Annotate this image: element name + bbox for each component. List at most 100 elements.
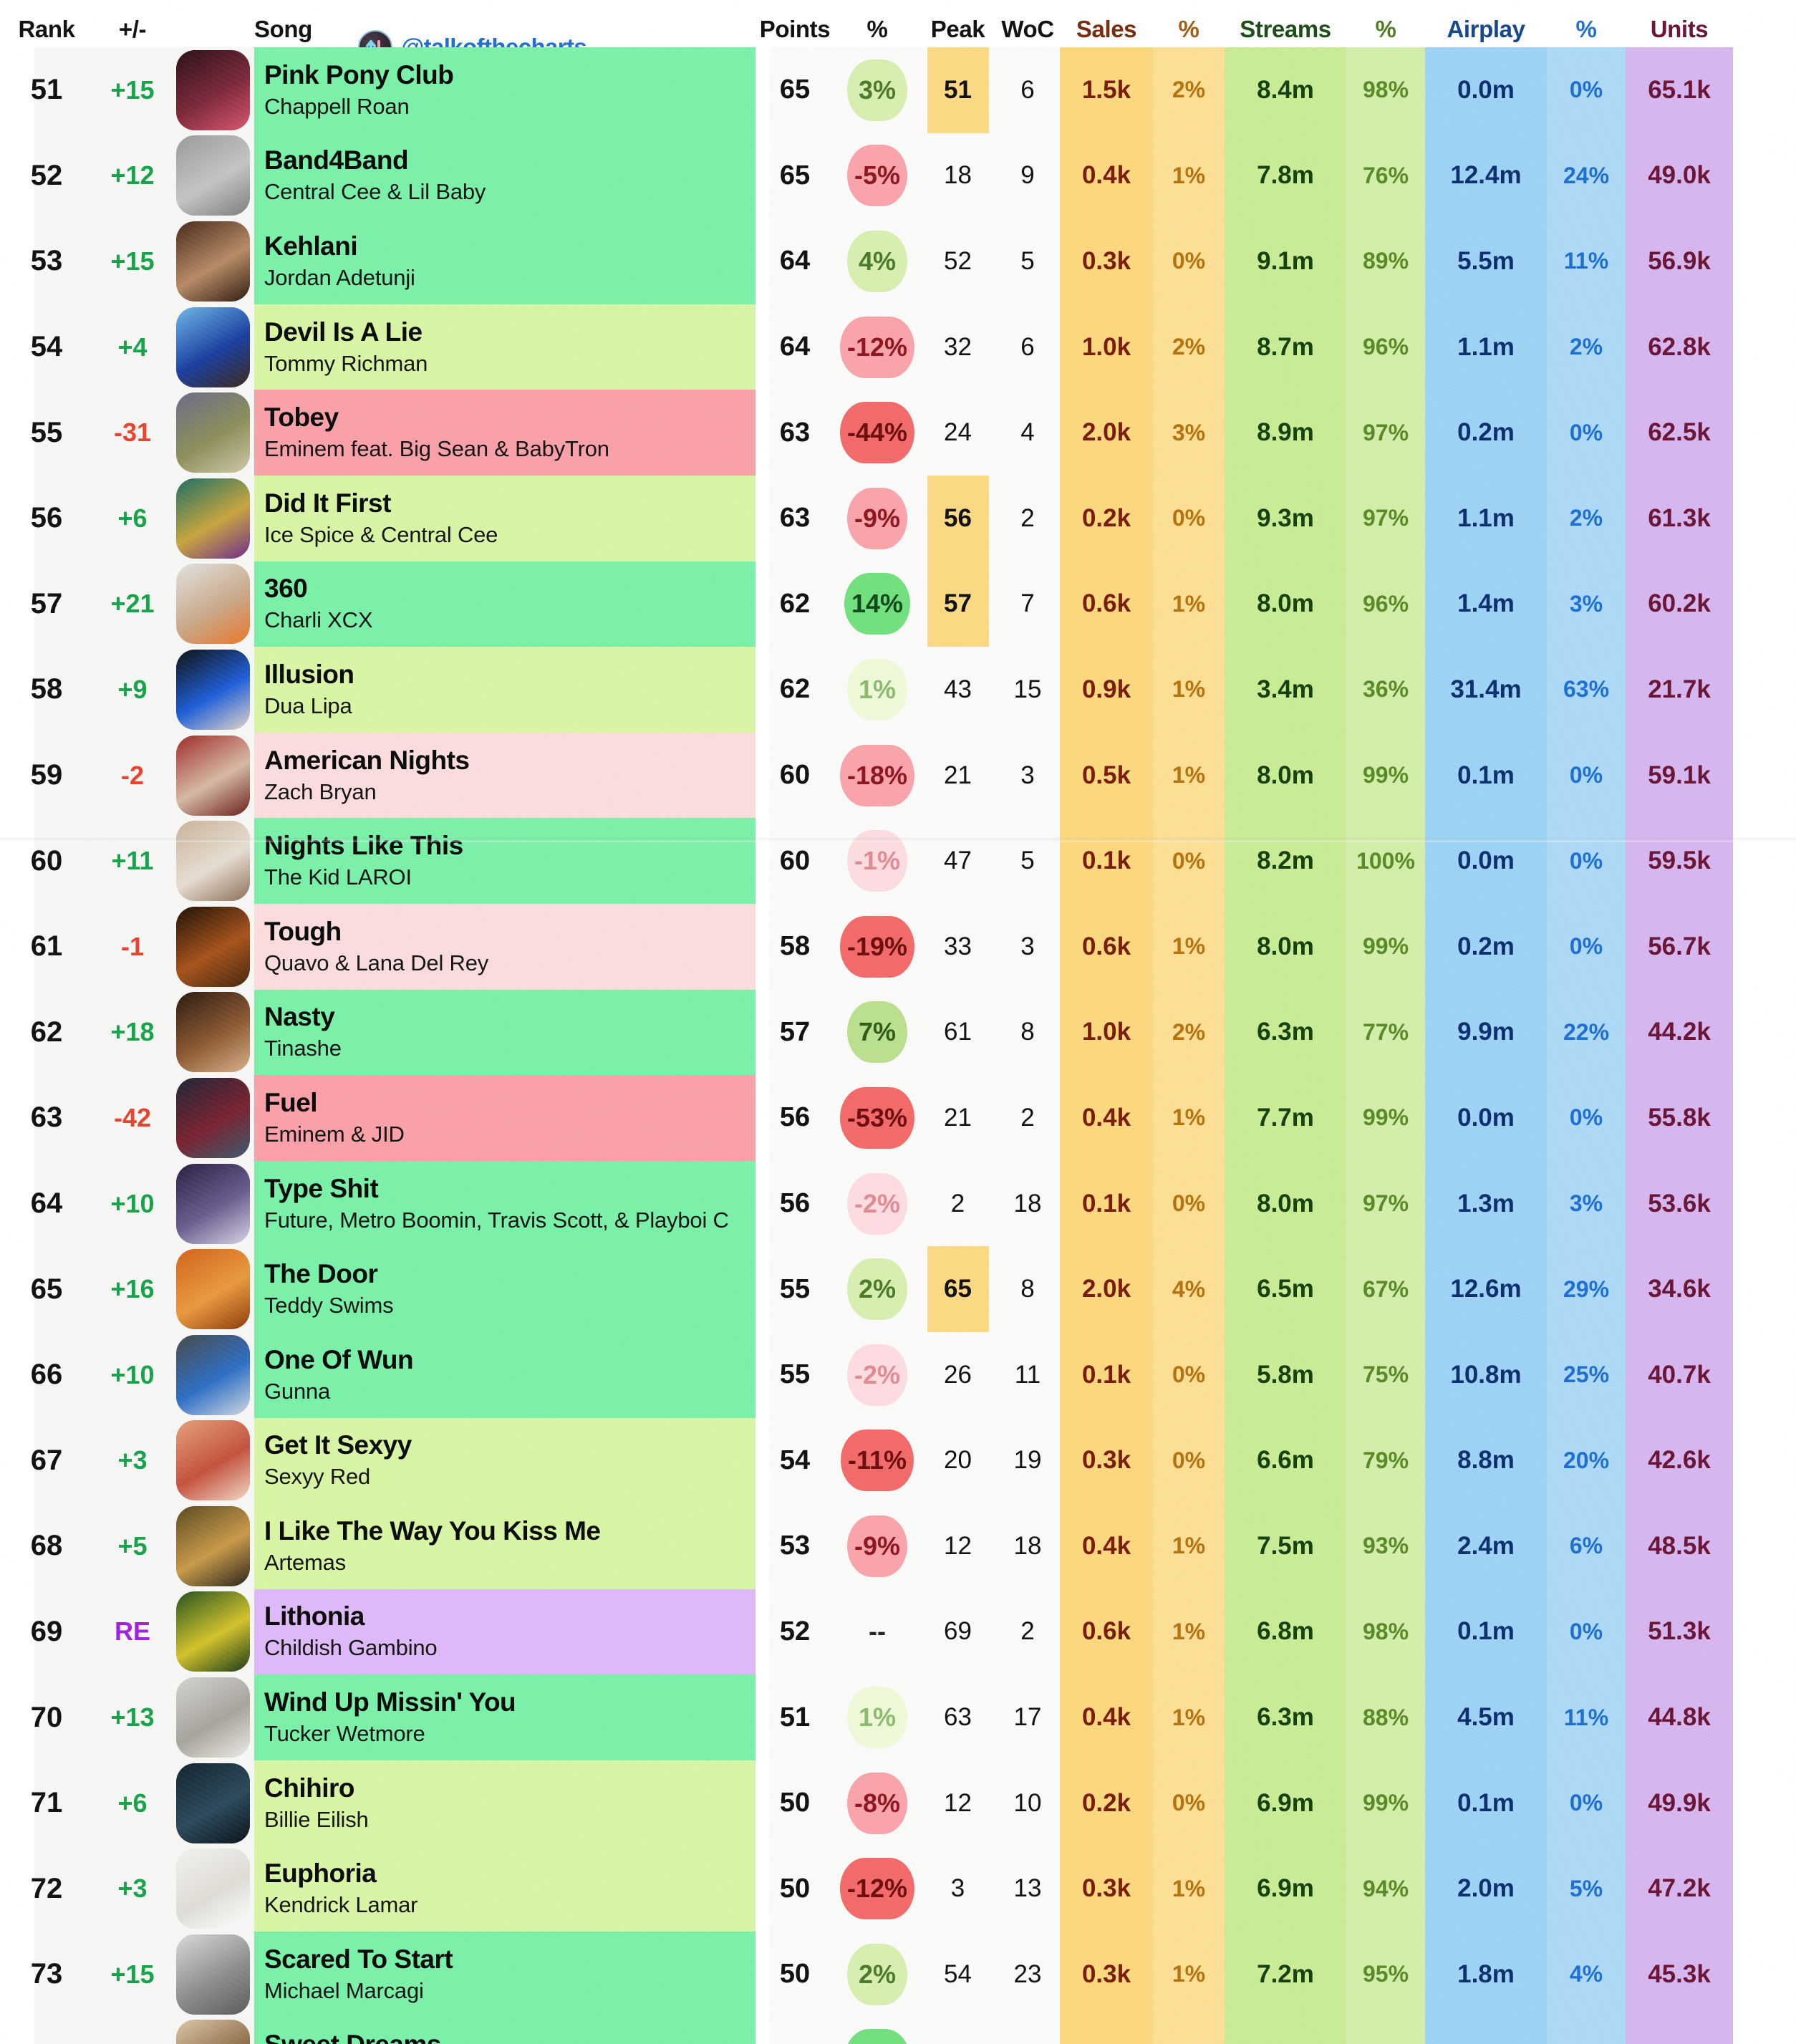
song-cell[interactable]: Did It First Ice Spice & Central Cee xyxy=(254,475,755,561)
weeks-on-chart-value: 8 xyxy=(1020,1018,1035,1046)
song-cell[interactable]: Devil Is A Lie Tommy Richman xyxy=(254,304,755,390)
table-row[interactable]: 66 +10 One Of Wun Gunna 55 -2% 26 11 0.1… xyxy=(0,1331,1796,1418)
album-artwork[interactable] xyxy=(172,1246,254,1332)
table-row[interactable]: 60 +11 Nights Like This The Kid LAROI 60… xyxy=(0,818,1796,904)
streams-value: 7.2m xyxy=(1225,1932,1346,2018)
album-artwork[interactable] xyxy=(172,818,254,904)
song-cell[interactable]: Tough Quavo & Lana Del Rey xyxy=(254,903,755,990)
album-artwork[interactable] xyxy=(172,1932,254,2018)
table-row[interactable]: 63 -42 Fuel Eminem & JID 56 -53% 21 2 0.… xyxy=(0,1075,1796,1161)
table-row[interactable]: 58 +9 Illusion Dua Lipa 62 1% 43 15 0.9k… xyxy=(0,647,1796,733)
table-row[interactable]: 70 +13 Wind Up Missin' You Tucker Wetmor… xyxy=(0,1674,1796,1760)
album-artwork[interactable] xyxy=(172,304,254,390)
album-artwork[interactable] xyxy=(172,1760,254,1846)
album-artwork[interactable] xyxy=(172,904,254,990)
points-change-cell: -18% xyxy=(834,733,920,819)
table-row[interactable]: 53 +15 Kehlani Jordan Adetunji 64 4% 52 … xyxy=(0,218,1796,304)
album-artwork-thumb xyxy=(176,1934,250,2015)
table-row[interactable]: 55 -31 Tobey Eminem feat. Big Sean & Bab… xyxy=(0,390,1796,476)
table-row[interactable]: 57 +21 360 Charli XCX 62 14% 57 7 0.6k 1… xyxy=(0,561,1796,647)
album-artwork[interactable] xyxy=(172,1589,254,1675)
album-artwork[interactable] xyxy=(172,133,254,219)
album-artwork[interactable] xyxy=(172,1846,254,1932)
album-artwork[interactable] xyxy=(172,218,254,304)
song-cell[interactable]: Illusion Dua Lipa xyxy=(254,647,755,733)
song-cell[interactable]: Wind Up Missin' You Tucker Wetmore xyxy=(254,1674,755,1760)
song-cell[interactable]: Band4Band Central Cee & Lil Baby xyxy=(254,132,755,219)
table-row[interactable]: 52 +12 Band4Band Central Cee & Lil Baby … xyxy=(0,132,1796,219)
album-artwork[interactable] xyxy=(172,1161,254,1247)
table-row[interactable]: 61 -1 Tough Quavo & Lana Del Rey 58 -19%… xyxy=(0,903,1796,990)
song-title: Nights Like This xyxy=(264,831,463,861)
song-cell[interactable]: Pink Pony Club Chappell Roan xyxy=(254,47,755,133)
song-cell[interactable]: Type Shit Future, Metro Boomin, Travis S… xyxy=(254,1160,755,1247)
units-value: 42.6k xyxy=(1626,1417,1733,1504)
streams-pct-value: 88% xyxy=(1346,1674,1425,1760)
airplay-pct-value: 0% xyxy=(1547,732,1626,819)
song-cell[interactable]: American Nights Zach Bryan xyxy=(254,732,755,819)
sales-value: 0.4k xyxy=(1060,1503,1153,1589)
album-artwork[interactable] xyxy=(172,1075,254,1161)
song-cell[interactable]: Euphoria Kendrick Lamar xyxy=(254,1846,755,1932)
airplay-value: 5.5m xyxy=(1425,218,1547,304)
song-cell[interactable]: Fuel Eminem & JID xyxy=(254,1075,755,1161)
units-value: 48.5k xyxy=(1626,1503,1733,1589)
album-artwork[interactable] xyxy=(172,1332,254,1418)
song-cell[interactable]: Nasty Tinashe xyxy=(254,989,755,1076)
points-change-cell: 7% xyxy=(834,990,920,1076)
table-row[interactable]: 69 RE Lithonia Childish Gambino 52 -- 69… xyxy=(0,1589,1796,1675)
airplay-pct-value: 0% xyxy=(1547,1760,1626,1846)
album-artwork[interactable] xyxy=(172,1674,254,1760)
song-cell[interactable]: Get It Sexyy Sexyy Red xyxy=(254,1417,755,1504)
album-artwork[interactable] xyxy=(172,1418,254,1504)
table-row[interactable]: 73 +15 Scared To Start Michael Marcagi 5… xyxy=(0,1932,1796,2018)
album-artwork[interactable] xyxy=(172,733,254,819)
header-sales-pct: % xyxy=(1178,16,1199,42)
album-artwork[interactable] xyxy=(172,390,254,476)
peak-value: 33 xyxy=(944,932,972,960)
points-change-cell: -11% xyxy=(834,1418,920,1504)
table-row[interactable]: 54 +4 Devil Is A Lie Tommy Richman 64 -1… xyxy=(0,304,1796,390)
song-cell[interactable]: 360 Charli XCX xyxy=(254,561,755,647)
table-row[interactable]: 51 +15 Pink Pony Club Chappell Roan 65 3… xyxy=(0,47,1796,133)
airplay-pct-value: 4% xyxy=(1547,1932,1626,2018)
album-artwork[interactable] xyxy=(172,476,254,561)
album-artwork[interactable] xyxy=(172,561,254,647)
album-artwork[interactable] xyxy=(172,1503,254,1589)
table-row[interactable]: 59 -2 American Nights Zach Bryan 60 -18%… xyxy=(0,732,1796,819)
airplay-value: 4.5m xyxy=(1425,1674,1547,1760)
album-artwork[interactable] xyxy=(172,990,254,1076)
table-row[interactable]: 72 +3 Euphoria Kendrick Lamar 50 -12% 3 … xyxy=(0,1846,1796,1932)
table-row[interactable]: 56 +6 Did It First Ice Spice & Central C… xyxy=(0,475,1796,561)
song-cell[interactable]: One Of Wun Gunna xyxy=(254,1331,755,1418)
points-change-cell: -12% xyxy=(834,1846,920,1932)
table-row[interactable]: 64 +10 Type Shit Future, Metro Boomin, T… xyxy=(0,1160,1796,1247)
sales-value: 0.1k xyxy=(1060,1331,1153,1418)
song-cell[interactable]: Kehlani Jordan Adetunji xyxy=(254,218,755,304)
table-row[interactable]: 68 +5 I Like The Way You Kiss Me Artemas… xyxy=(0,1503,1796,1589)
weeks-on-chart-value: 15 xyxy=(1013,675,1042,703)
points-change-value: -12% xyxy=(839,316,915,378)
album-artwork[interactable] xyxy=(172,47,254,133)
table-row[interactable]: 65 +16 The Door Teddy Swims 55 2% 65 8 2… xyxy=(0,1246,1796,1332)
album-artwork-thumb xyxy=(176,221,250,302)
points-change-cell: -1% xyxy=(834,818,920,904)
song-cell[interactable]: Sweet Dreams Koe Wetzel xyxy=(254,2017,755,2044)
album-artwork[interactable] xyxy=(172,647,254,733)
airplay-value: 1.3m xyxy=(1425,1160,1547,1247)
weeks-on-chart-value: 7 xyxy=(1020,589,1035,618)
table-row[interactable]: 71 +6 Chihiro Billie Eilish 50 -8% 12 10… xyxy=(0,1760,1796,1846)
table-row[interactable]: 74 +25 Sweet Dreams Koe Wetzel 49 15% 35… xyxy=(0,2017,1796,2044)
table-row[interactable]: 62 +18 Nasty Tinashe 57 7% 61 8 1.0k 2% … xyxy=(0,989,1796,1076)
song-cell[interactable]: Nights Like This The Kid LAROI xyxy=(254,818,755,904)
album-artwork[interactable] xyxy=(172,2018,254,2044)
song-cell[interactable]: Tobey Eminem feat. Big Sean & BabyTron xyxy=(254,390,755,476)
song-cell[interactable]: The Door Teddy Swims xyxy=(254,1246,755,1332)
table-row[interactable]: 67 +3 Get It Sexyy Sexyy Red 54 -11% 20 … xyxy=(0,1417,1796,1504)
weeks-on-chart-value: 18 xyxy=(1013,1531,1042,1560)
song-cell[interactable]: Lithonia Childish Gambino xyxy=(254,1589,755,1675)
song-cell[interactable]: I Like The Way You Kiss Me Artemas xyxy=(254,1503,755,1589)
song-cell[interactable]: Chihiro Billie Eilish xyxy=(254,1760,755,1846)
song-cell[interactable]: Scared To Start Michael Marcagi xyxy=(254,1932,755,2018)
weeks-on-chart-value: 2 xyxy=(1020,1617,1035,1646)
